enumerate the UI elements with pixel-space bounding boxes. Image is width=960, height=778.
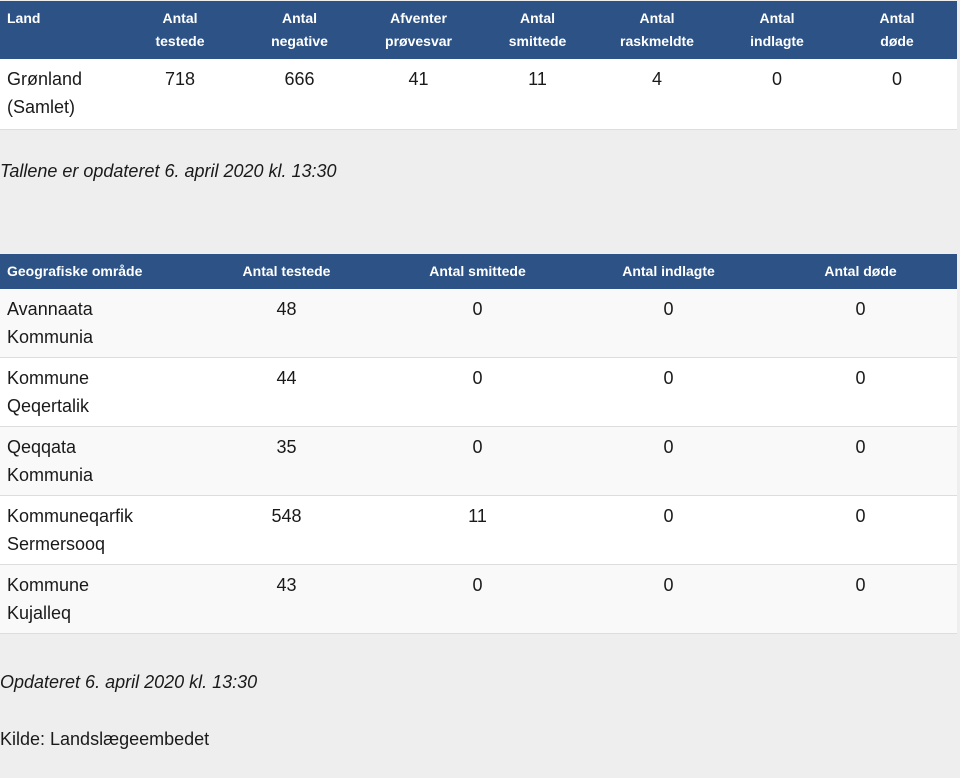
table-cell: 0 [663,575,674,595]
table-cell: 4 [651,69,662,89]
column-header-deaths: Antal døde [879,10,915,49]
table-cell: 0 [855,437,866,457]
table-cell: 0 [472,575,483,595]
column-header-hospitalized: Antal indlagte [622,263,715,279]
column-header-hospitalized: Antal indlagte [750,10,804,49]
table-cell: 718 [164,69,196,89]
table-cell: 48 [276,299,297,319]
table-cell: 44 [276,368,297,388]
table-cell-area: Kommune Qeqertalik [7,368,90,416]
table-row: Kommune Kujalleq 43 0 0 0 [0,564,957,634]
column-header-tested: Antal testede [242,263,331,279]
table-row: Kommuneqarfik Sermersooq 548 11 0 0 [0,495,957,565]
summary-table: Land Antal testede Antal negative Afvent… [0,1,957,130]
table-row: Qeqqata Kommunia 35 0 0 0 [0,426,957,496]
table-cell: 0 [891,69,902,89]
table-cell: 0 [472,368,483,388]
table-cell: 0 [472,299,483,319]
table-cell-area: Avannaata Kommunia [7,299,94,347]
table-cell: 41 [408,69,429,89]
table-cell: 0 [663,299,674,319]
table-cell: 0 [663,368,674,388]
table-cell: 43 [276,575,297,595]
table-cell: 0 [855,575,866,595]
table-cell: 0 [855,299,866,319]
summary-updated-note: Tallene er opdateret 6. april 2020 kl. 1… [0,161,337,181]
column-header-area: Geografiske område [7,263,143,279]
table-cell: 548 [271,506,302,526]
table-cell: 35 [276,437,297,457]
column-header-infected: Antal smittede [429,263,526,279]
table-cell: 0 [663,437,674,457]
table-cell: 0 [771,69,782,89]
column-header-recovered: Antal raskmeldte [620,10,694,49]
table-cell: 0 [663,506,674,526]
column-header-pending: Afventer prøvesvar [385,10,452,49]
table-cell: 0 [855,368,866,388]
table-cell: 0 [472,437,483,457]
table-cell: 666 [284,69,315,89]
table-cell-land: Grønland (Samlet) [7,69,83,117]
table-cell: 11 [468,506,487,526]
region-header-row: Geografiske område Antal testede Antal s… [0,254,957,289]
region-table: Geografiske område Antal testede Antal s… [0,254,957,634]
table-row: Kommune Qeqertalik 44 0 0 0 [0,357,957,427]
column-header-land: Land [7,10,41,26]
source-text: Kilde: Landslægeembedet [0,729,210,749]
column-header-deaths: Antal døde [824,263,897,279]
table-cell-area: Kommune Kujalleq [7,575,90,623]
column-header-negative: Antal negative [271,10,328,49]
column-header-tested: Antal testede [155,10,205,49]
table-cell: 0 [855,506,866,526]
table-cell: 11 [528,69,547,89]
table-row: Avannaata Kommunia 48 0 0 0 [0,289,957,358]
column-header-infected: Antal smittede [508,10,567,49]
table-cell-area: Qeqqata Kommunia [7,437,94,485]
table-row: Grønland (Samlet) 718 666 41 11 4 0 0 [0,59,957,130]
summary-header-row: Land Antal testede Antal negative Afvent… [0,1,957,59]
table-cell-area: Kommuneqarfik Sermersooq [7,506,134,554]
region-updated-note: Opdateret 6. april 2020 kl. 13:30 [0,672,258,692]
